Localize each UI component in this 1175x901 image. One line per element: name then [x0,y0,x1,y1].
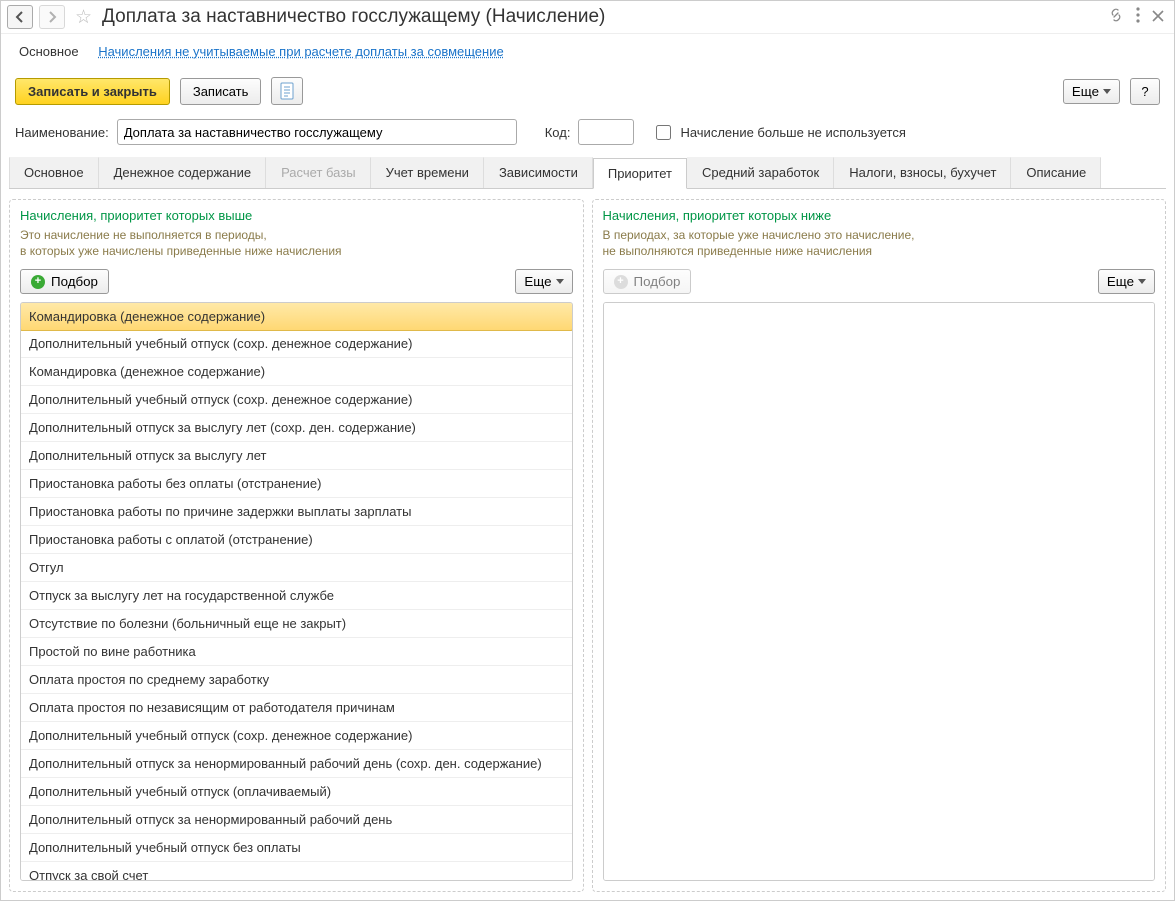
unused-checkbox-wrap[interactable]: Начисление больше не используется [652,122,905,143]
window-title: Доплата за наставничество госслужащему (… [102,6,1102,28]
nav-back-button[interactable] [7,5,33,29]
nav-forward-button[interactable] [39,5,65,29]
name-input[interactable] [117,119,517,145]
save-button[interactable]: Записать [180,78,262,105]
link-icon[interactable] [1108,7,1124,27]
more-actions-button[interactable]: Еще [1063,79,1120,104]
tab-налоги-взносы-бухучет[interactable]: Налоги, взносы, бухучет [834,157,1011,188]
unused-checkbox[interactable] [656,125,671,140]
plus-icon: + [614,275,628,289]
code-label: Код: [545,125,571,140]
lower-panel-desc2: не выполняются приведенные ниже начислен… [603,244,873,258]
list-item[interactable]: Отпуск за свой счет [21,862,572,880]
form-row-name: Наименование: Код: Начисление больше не … [1,119,1174,157]
lower-panel-title: Начисления, приоритет которых ниже [603,208,1156,223]
titlebar: ☆ Доплата за наставничество госслужащему… [1,1,1174,34]
tab-денежное-содержание[interactable]: Денежное содержание [99,157,266,188]
list-item[interactable]: Простой по вине работника [21,638,572,666]
save-and-close-button[interactable]: Записать и закрыть [15,78,170,105]
report-button[interactable] [271,77,303,105]
list-item[interactable]: Оплата простоя по среднему заработку [21,666,572,694]
higher-panel-desc1: Это начисление не выполняется в периоды, [20,228,267,242]
higher-more-label: Еще [524,274,551,289]
command-bar: Записать и закрыть Записать Еще ? [1,73,1174,119]
higher-pick-label: Подбор [51,274,98,289]
tab-основное[interactable]: Основное [9,157,99,188]
lower-more-label: Еще [1107,274,1134,289]
lower-pick-button[interactable]: + Подбор [603,269,692,294]
list-item[interactable]: Дополнительный отпуск за ненормированный… [21,750,572,778]
tab-средний-заработок[interactable]: Средний заработок [687,157,834,188]
chevron-down-icon [1103,89,1111,94]
higher-panel-desc2: в которых уже начислены приведенные ниже… [20,244,342,258]
list-item[interactable]: Дополнительный учебный отпуск (сохр. ден… [21,330,572,358]
list-item[interactable]: Отсутствие по болезни (больничный еще не… [21,610,572,638]
plus-icon: + [31,275,45,289]
unused-checkbox-label: Начисление больше не используется [680,125,905,140]
list-item[interactable]: Дополнительный отпуск за выслугу лет [21,442,572,470]
list-item[interactable]: Дополнительный отпуск за ненормированный… [21,806,572,834]
list-item[interactable]: Оплата простоя по независящим от работод… [21,694,572,722]
list-item[interactable]: Дополнительный учебный отпуск (оплачивае… [21,778,572,806]
list-item[interactable]: Отпуск за выслугу лет на государственной… [21,582,572,610]
close-icon[interactable] [1152,9,1164,25]
section-current[interactable]: Основное [19,44,79,59]
list-item[interactable]: Приостановка работы с оплатой (отстранен… [21,526,572,554]
lower-pick-label: Подбор [634,274,681,289]
section-links: Основное Начисления не учитываемые при р… [1,34,1174,73]
lower-priority-list[interactable] [604,303,1155,880]
list-item[interactable]: Дополнительный учебный отпуск (сохр. ден… [21,722,572,750]
lower-priority-panel: Начисления, приоритет которых ниже В пер… [592,199,1167,892]
list-item[interactable]: Дополнительный учебный отпуск (сохр. ден… [21,386,572,414]
higher-pick-button[interactable]: + Подбор [20,269,109,294]
higher-more-button[interactable]: Еще [515,269,572,294]
tab-описание[interactable]: Описание [1011,157,1101,188]
list-item[interactable]: Приостановка работы без оплаты (отстране… [21,470,572,498]
chevron-down-icon [556,279,564,284]
list-item[interactable]: Дополнительный учебный отпуск без оплаты [21,834,572,862]
higher-priority-list[interactable]: Командировка (денежное содержание)Дополн… [21,303,572,880]
accrual-window: ☆ Доплата за наставничество госслужащему… [0,0,1175,901]
tab-учет-времени[interactable]: Учет времени [371,157,484,188]
priority-content: Начисления, приоритет которых выше Это н… [1,189,1174,900]
list-item[interactable]: Отгул [21,554,572,582]
list-item[interactable]: Командировка (денежное содержание) [21,358,572,386]
kebab-menu-icon[interactable] [1136,7,1140,27]
lower-more-button[interactable]: Еще [1098,269,1155,294]
favorite-star-icon[interactable]: ☆ [75,6,92,29]
tab-зависимости[interactable]: Зависимости [484,157,593,188]
list-item[interactable]: Командировка (денежное содержание) [21,303,572,331]
section-link-exclusions[interactable]: Начисления не учитываемые при расчете до… [98,44,504,59]
chevron-down-icon [1138,279,1146,284]
more-label: Еще [1072,84,1099,99]
lower-panel-desc1: В периодах, за которые уже начислено это… [603,228,915,242]
higher-priority-panel: Начисления, приоритет которых выше Это н… [9,199,584,892]
help-button[interactable]: ? [1130,78,1160,105]
name-label: Наименование: [15,125,109,140]
tab-bar: ОсновноеДенежное содержаниеРасчет базыУч… [9,157,1166,189]
list-item[interactable]: Дополнительный отпуск за выслугу лет (со… [21,414,572,442]
tab-приоритет[interactable]: Приоритет [593,158,687,189]
tab-расчет-базы: Расчет базы [266,157,371,188]
higher-panel-title: Начисления, приоритет которых выше [20,208,573,223]
code-input[interactable] [578,119,634,145]
list-item[interactable]: Приостановка работы по причине задержки … [21,498,572,526]
